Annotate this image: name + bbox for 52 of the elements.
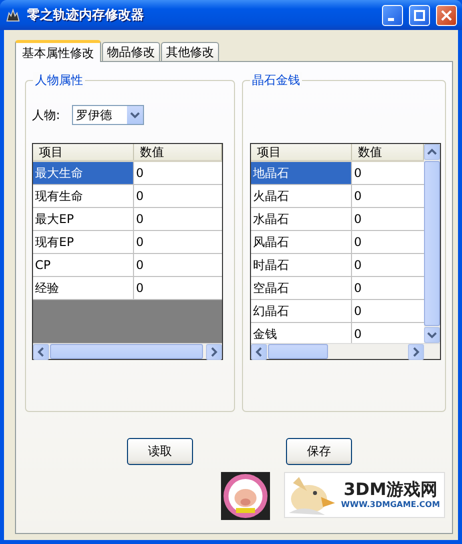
table-cell[interactable]: 0: [134, 231, 222, 253]
column-header[interactable]: 数值: [134, 144, 222, 160]
table-cell[interactable]: 幻晶石: [251, 300, 352, 322]
table-cell[interactable]: 0: [352, 277, 424, 299]
field-label: 人物:: [32, 106, 60, 124]
close-icon: [441, 10, 452, 20]
table-cell[interactable]: 风晶石: [251, 231, 352, 253]
table-cell[interactable]: 现有EP: [33, 231, 134, 253]
vertical-scrollbar[interactable]: [424, 144, 440, 343]
table-cell[interactable]: 最大EP: [33, 208, 134, 230]
table-cell[interactable]: 0: [352, 254, 424, 276]
table-cell[interactable]: 时晶石: [251, 254, 352, 276]
column-header[interactable]: 项目: [251, 144, 352, 160]
table-cell[interactable]: 0: [134, 277, 222, 299]
tab[interactable]: 基本属性修改: [15, 40, 101, 62]
table-cell[interactable]: 地晶石: [251, 162, 352, 184]
maximize-icon: [414, 10, 425, 20]
character-dropdown[interactable]: 罗伊德: [72, 105, 144, 125]
table-cell[interactable]: 0: [134, 162, 222, 184]
table-cell[interactable]: 0: [134, 185, 222, 207]
horizontal-scrollbar[interactable]: [33, 343, 222, 359]
table-cell[interactable]: 经验: [33, 277, 134, 299]
table-cell[interactable]: 0: [352, 323, 424, 343]
app-icon: [5, 7, 21, 23]
group-title: 晶石金钱: [250, 72, 302, 88]
horizontal-scrollbar[interactable]: [251, 343, 440, 359]
table-cell[interactable]: 火晶石: [251, 185, 352, 207]
table-cell[interactable]: 0: [352, 185, 424, 207]
column-header[interactable]: 项目: [33, 144, 134, 160]
table-cell[interactable]: 最大生命: [33, 162, 134, 184]
table-cell[interactable]: 0: [134, 254, 222, 276]
maximize-button[interactable]: [409, 4, 430, 26]
table-cell[interactable]: 0: [352, 208, 424, 230]
minimize-icon: [388, 18, 394, 20]
table-cell[interactable]: 0: [352, 300, 424, 322]
window-title: 零之轨迹内存修改器: [27, 6, 145, 24]
tab[interactable]: 物品修改: [102, 42, 160, 61]
close-button[interactable]: [436, 4, 457, 26]
table-cell[interactable]: 水晶石: [251, 208, 352, 230]
site-name: 3DM游戏网: [344, 480, 438, 500]
action-button[interactable]: 保存: [286, 438, 352, 465]
table-cell[interactable]: CP: [33, 254, 134, 276]
group-title: 人物属性: [33, 72, 85, 88]
minimize-button[interactable]: [382, 4, 403, 26]
action-button[interactable]: 读取: [127, 438, 193, 465]
table-cell[interactable]: 0: [134, 208, 222, 230]
table-cell[interactable]: 0: [352, 231, 424, 253]
table-cell[interactable]: 空晶石: [251, 277, 352, 299]
tab[interactable]: 其他修改: [161, 42, 219, 61]
table-cell[interactable]: 现有生命: [33, 185, 134, 207]
table-cell[interactable]: 0: [352, 162, 424, 184]
site-url: WWW.3DMGAME.COM: [341, 500, 440, 510]
